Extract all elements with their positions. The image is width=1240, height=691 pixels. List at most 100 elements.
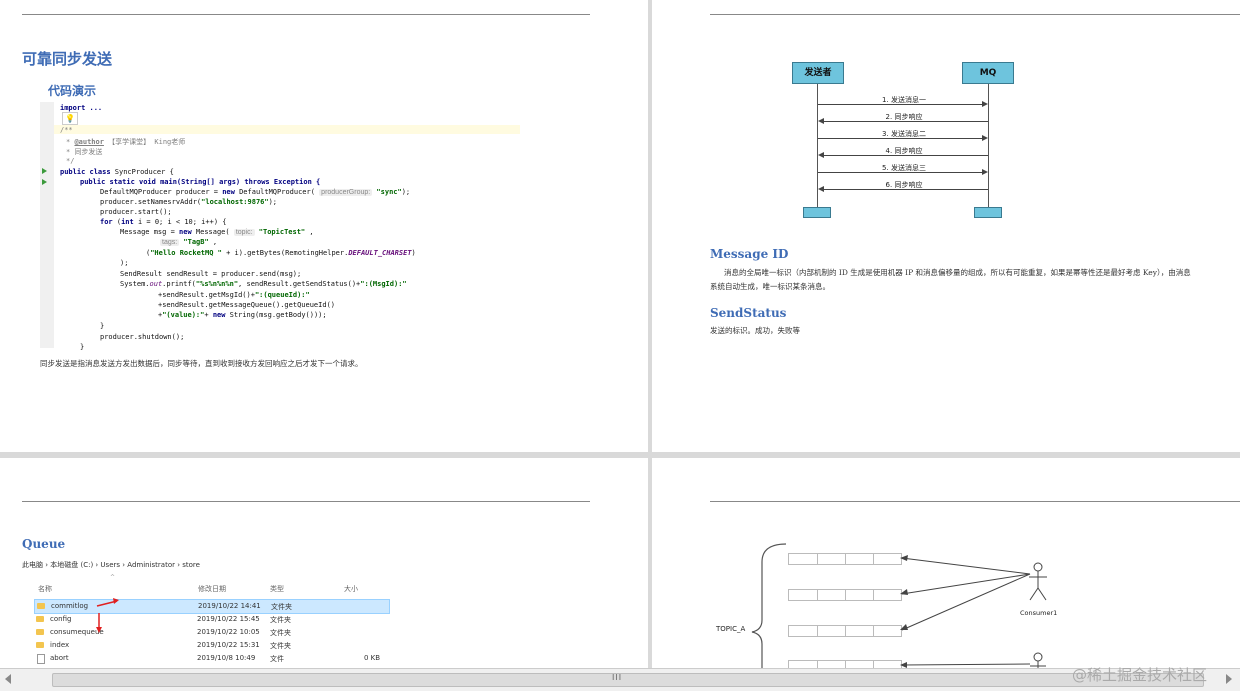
- queue-box: [788, 625, 902, 637]
- page-queue: Queue 此电脑 › 本地磁盘 (C:) › Users › Administ…: [0, 458, 648, 668]
- column-type[interactable]: 类型: [270, 584, 284, 594]
- arrowhead-left: [818, 118, 824, 124]
- description-paragraph: 同步发送是指消息发送方发出数据后，同步等待，直到收到接收方发回响应之后才发下一个…: [40, 359, 363, 368]
- file-row-consumequeue[interactable]: consumequeue 2019/10/22 10:05 文件夹: [34, 626, 388, 639]
- code-line: public static void main(String[] args) t…: [80, 178, 321, 186]
- page-title: 可靠同步发送: [22, 50, 113, 68]
- consumer-person-icon: [1030, 652, 1046, 668]
- file-date: 2019/10/22 10:05: [197, 628, 260, 636]
- horizontal-scrollbar[interactable]: III: [0, 668, 1240, 691]
- code-line: producer.start();: [100, 208, 172, 216]
- file-type: 文件夹: [270, 629, 291, 637]
- file-date: 2019/10/22 15:31: [197, 641, 260, 649]
- message-arrow: [818, 172, 982, 173]
- section-title: 代码演示: [48, 84, 97, 98]
- run-main-icon[interactable]: [42, 179, 47, 185]
- page-sequence: 发送者 MQ 1. 发送消息一 2. 同步响应 3. 发送消息二 4. 同步响应…: [652, 0, 1240, 452]
- file-name: abort: [50, 654, 69, 662]
- code-line: */: [66, 157, 75, 165]
- file-type: 文件: [270, 655, 284, 663]
- code-line: }: [100, 322, 105, 330]
- column-date[interactable]: 修改日期: [198, 584, 226, 594]
- message-arrow: [824, 121, 988, 122]
- code-line: DefaultMQProducer producer = new Default…: [100, 188, 411, 196]
- code-editor: 💡 import ... /** * @author 【享学课堂】 King老师…: [40, 102, 520, 351]
- topic-label: TOPIC_A: [716, 625, 746, 633]
- messageid-text-line1: 消息的全局唯一标识（内部机制的 ID 生成是使用机器 IP 和消息偏移量的组成，…: [724, 268, 1191, 277]
- scrollbar-grip[interactable]: III: [612, 673, 622, 682]
- code-line: System.out.printf("%s%n%n%n", sendResult…: [120, 280, 407, 288]
- message-arrow: [818, 104, 982, 105]
- file-date: 2019/10/8 10:49: [197, 654, 256, 662]
- code-line: producer.setNamesrvAddr("localhost:9876"…: [100, 198, 278, 206]
- file-icon: [37, 654, 45, 664]
- column-name[interactable]: 名称: [38, 584, 52, 594]
- messageid-heading: Message ID: [710, 247, 789, 261]
- code-line: SendResult sendResult = producer.send(ms…: [120, 270, 302, 278]
- arrowhead-left: [818, 152, 824, 158]
- lightbulb-icon[interactable]: 💡: [62, 112, 78, 125]
- code-line: ("Hello RocketMQ " + i).getBytes(Remotin…: [146, 249, 416, 257]
- file-row-config[interactable]: config 2019/10/22 15:45 文件夹: [34, 613, 388, 626]
- code-line: +sendResult.getMsgId()+":(queueId):": [158, 291, 310, 299]
- folder-icon: [36, 616, 44, 622]
- message-arrow: [818, 138, 982, 139]
- header-rule: [710, 14, 1240, 15]
- editor-gutter: [40, 102, 54, 348]
- page-code-demo: 可靠同步发送 代码演示 💡 import ... /** * @author 【…: [0, 0, 648, 452]
- queue-box: [788, 660, 902, 668]
- message-arrow: [824, 189, 988, 190]
- breadcrumb[interactable]: 此电脑 › 本地磁盘 (C:) › Users › Administrator …: [22, 560, 200, 570]
- run-class-icon[interactable]: [42, 168, 47, 174]
- page-topic: TOPIC_A Consumer1: [652, 458, 1240, 668]
- folder-icon: [36, 642, 44, 648]
- code-line: /**: [60, 126, 73, 134]
- queue-box: [788, 553, 902, 565]
- code-line: Message msg = new Message( topic: "Topic…: [120, 228, 314, 236]
- folder-icon: [36, 629, 44, 635]
- file-type: 文件夹: [270, 616, 291, 624]
- code-line: +"(value):"+ new String(msg.getBody()));: [158, 311, 327, 319]
- code-line: +sendResult.getMessageQueue().getQueueId…: [158, 301, 336, 309]
- arrowhead-right: [982, 169, 988, 175]
- message-arrow: [824, 155, 988, 156]
- actor-sender: 发送者: [792, 62, 844, 84]
- code-line: );: [120, 259, 129, 267]
- sendstatus-heading: SendStatus: [710, 306, 787, 320]
- code-line: tags: "TagB" ,: [160, 238, 218, 246]
- file-date: 2019/10/22 15:45: [197, 615, 260, 623]
- file-name: commitlog: [51, 602, 89, 610]
- file-name: config: [50, 615, 72, 623]
- mq-activation: [974, 207, 1002, 218]
- watermark: @稀土掘金技术社区: [1072, 666, 1208, 684]
- current-line-highlight: [54, 125, 520, 134]
- file-row-index[interactable]: index 2019/10/22 15:31 文件夹: [34, 639, 388, 652]
- column-size[interactable]: 大小: [344, 584, 358, 594]
- arrowhead-right: [982, 135, 988, 141]
- actor-mq: MQ: [962, 62, 1014, 84]
- messageid-text-line2: 系统自动生成，唯一标识某条消息。: [710, 282, 830, 291]
- file-type: 文件夹: [270, 642, 291, 650]
- scroll-left-icon[interactable]: [5, 674, 11, 684]
- file-explorer-screenshot: 此电脑 › 本地磁盘 (C:) › Users › Administrator …: [22, 560, 396, 668]
- code-line: }: [80, 343, 85, 351]
- sort-caret-icon: ^: [110, 574, 116, 581]
- queue-box: [788, 589, 902, 601]
- scrollbar-thumb[interactable]: [52, 673, 1204, 687]
- file-size: 0 KB: [364, 654, 381, 662]
- code-line: * 同步发送: [66, 148, 103, 156]
- file-date: 2019/10/22 14:41: [198, 602, 261, 610]
- sender-activation: [803, 207, 831, 218]
- code-line: * @author 【享学课堂】 King老师: [66, 138, 186, 146]
- file-row-commitlog[interactable]: commitlog 2019/10/22 14:41 文件夹: [34, 599, 390, 614]
- code-line: for (int i = 0; i < 10; i++) {: [100, 218, 227, 226]
- code-line: import ...: [60, 104, 103, 112]
- scroll-right-icon[interactable]: [1226, 674, 1232, 684]
- consumer-label: Consumer1: [1020, 609, 1058, 617]
- queue-heading: Queue: [22, 537, 66, 551]
- header-rule: [22, 501, 590, 502]
- arrowhead-right: [982, 101, 988, 107]
- file-name: index: [50, 641, 70, 649]
- file-row-abort[interactable]: abort 2019/10/8 10:49 文件 0 KB: [34, 652, 388, 665]
- sendstatus-text: 发送的标识。成功，失败等: [710, 326, 800, 335]
